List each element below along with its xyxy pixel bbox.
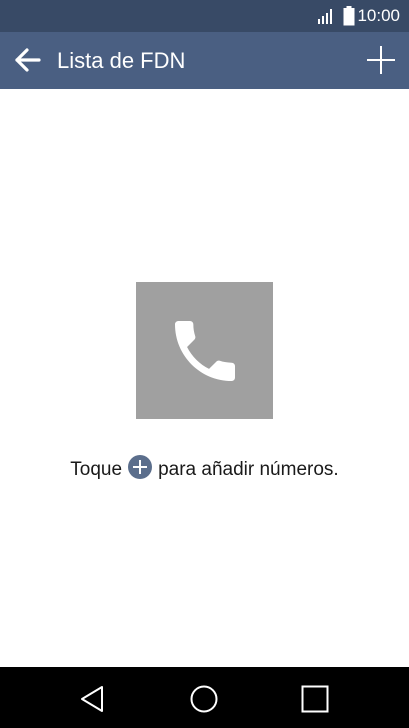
hint-text-before: Toque: [70, 459, 123, 480]
plus-icon: [365, 44, 397, 76]
status-time: 10:00: [357, 6, 400, 25]
nav-recents-button[interactable]: [291, 675, 339, 723]
navigation-bar: [0, 667, 409, 728]
nav-home-button[interactable]: [180, 675, 228, 723]
empty-state-illustration: [136, 282, 273, 419]
square-recents-icon: [300, 684, 330, 714]
triangle-back-icon: [78, 684, 108, 714]
page-title: Lista de FDN: [57, 48, 186, 73]
hint-text-after: para añadir números.: [158, 459, 339, 480]
phone-handset-icon: [165, 311, 245, 391]
back-button[interactable]: [6, 38, 50, 82]
plus-circle-icon: [128, 455, 153, 479]
battery-full-icon: [343, 6, 355, 26]
status-icons: 10:00: [317, 0, 400, 32]
arrow-left-icon: [14, 46, 42, 74]
status-bar: 10:00: [0, 0, 409, 32]
signal-bars-icon: [317, 7, 335, 25]
app-bar: Lista de FDN: [0, 32, 409, 89]
nav-back-button[interactable]: [69, 675, 117, 723]
empty-state-hint: Toque para añadir números.: [0, 455, 409, 481]
add-number-button[interactable]: [359, 38, 403, 82]
circle-home-icon: [189, 684, 219, 714]
